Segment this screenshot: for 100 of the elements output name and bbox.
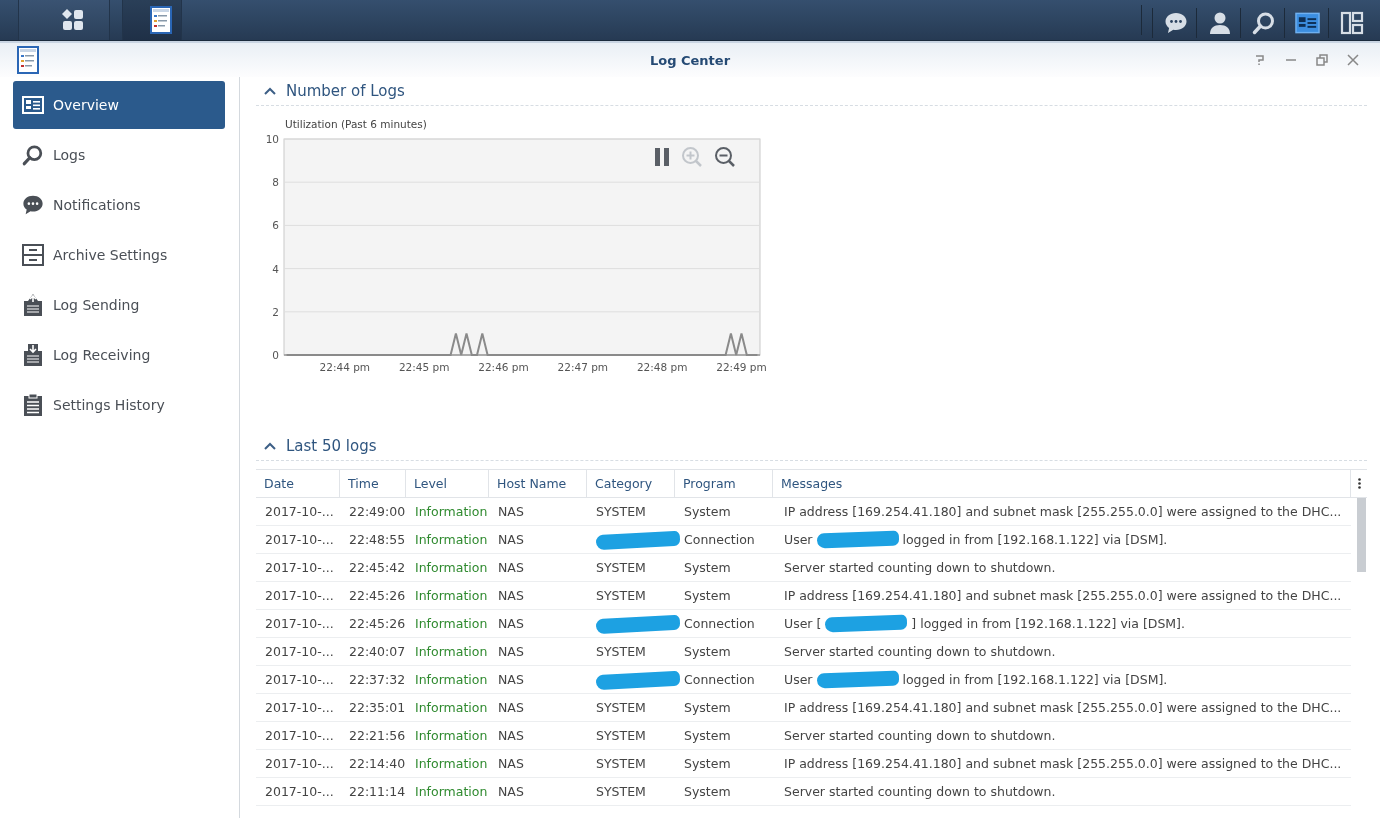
table-cell-text: System xyxy=(683,728,732,743)
sidebar-item[interactable]: Overview xyxy=(13,81,225,129)
id-card-icon xyxy=(1295,11,1320,34)
table-cell-text: SYSTEM xyxy=(595,644,647,659)
id-card-icon xyxy=(22,96,44,114)
table-cell-text: NAS xyxy=(497,756,525,771)
message-text: ] logged in from [192.168.1.122] via [DSM]. xyxy=(911,616,1185,631)
taskbar-button[interactable] xyxy=(122,0,182,40)
log-document-icon xyxy=(150,6,172,34)
zoom-in-icon xyxy=(681,146,703,168)
sidebar-item[interactable]: Log Receiving xyxy=(13,331,225,379)
table-cell-text: System xyxy=(683,784,732,799)
table-cell-text: IP address [169.254.41.180] and subnet mask [255.255.0.0] were assigned to the DHC... xyxy=(783,756,1343,771)
table-cell-text: 2017-10-... xyxy=(264,784,335,799)
axis-tick-label: 22:46 pm xyxy=(478,361,529,373)
help-button[interactable] xyxy=(1254,54,1266,66)
table-cell-text: NAS xyxy=(497,672,525,687)
more-icon xyxy=(1357,478,1361,489)
column-header[interactable]: Program xyxy=(675,470,773,497)
table-cell-text: 2017-10-... xyxy=(264,616,335,631)
sidebar-item[interactable]: Log Sending xyxy=(13,281,225,329)
table-cell-text: IP address [169.254.41.180] and subnet mask [255.255.0.0] were assigned to the DHC... xyxy=(783,504,1343,519)
collapse-button[interactable] xyxy=(264,442,276,450)
table-cell-text: Connection xyxy=(683,672,756,687)
section-title: Last 50 logs xyxy=(286,437,377,455)
close-button[interactable] xyxy=(1347,54,1359,66)
table-cell-text: 2017-10-... xyxy=(264,644,335,659)
table-cell-text: 22:45:42 xyxy=(348,560,406,575)
search-icon xyxy=(22,143,44,167)
column-header[interactable]: Messages xyxy=(773,470,1351,497)
window-title: Log Center xyxy=(649,52,731,68)
table-cell-text: NAS xyxy=(497,644,525,659)
table-cell-text: Information xyxy=(414,616,489,631)
axis-tick-label: 8 xyxy=(272,176,279,189)
scrollbar-thumb[interactable] xyxy=(1357,498,1366,572)
chat-bubble-icon xyxy=(22,193,44,217)
taskbar-button[interactable] xyxy=(18,0,110,40)
pause-icon xyxy=(654,148,670,166)
chat-bubble-icon xyxy=(1163,10,1188,35)
table-cell-text: Information xyxy=(414,700,489,715)
table-cell-text: 22:49:00 xyxy=(348,504,406,519)
log-document-icon xyxy=(17,46,39,74)
table-cell-text: 2017-10-... xyxy=(264,588,335,603)
table-cell-text: Information xyxy=(414,644,489,659)
table-cell-text: System xyxy=(683,700,732,715)
table-cell-text: System xyxy=(683,756,732,771)
table-cell-text: NAS xyxy=(497,784,525,799)
restore-button[interactable] xyxy=(1316,54,1328,66)
column-header[interactable]: Level xyxy=(406,470,489,497)
close-icon xyxy=(1347,54,1359,66)
table-cell-text: Information xyxy=(414,756,489,771)
collapse-button[interactable] xyxy=(264,87,276,95)
table-cell-text: NAS xyxy=(497,700,525,715)
sidebar-item[interactable]: Archive Settings xyxy=(13,231,225,279)
column-header[interactable]: Time xyxy=(340,470,406,497)
table-cell-text: SYSTEM xyxy=(595,700,647,715)
drawer-cabinet-icon xyxy=(22,244,44,266)
table-cell-text: IP address [169.254.41.180] and subnet mask [255.255.0.0] were assigned to the DHC... xyxy=(783,588,1343,603)
message-text: User xyxy=(784,672,813,687)
table-cell-text: System xyxy=(683,588,732,603)
table-cell-text: SYSTEM xyxy=(595,504,647,519)
window-layout-icon xyxy=(1339,10,1364,35)
table-cell-text: Server started counting down to shutdown. xyxy=(783,728,1057,743)
table-cell-text: System xyxy=(683,504,732,519)
table-cell-text: NAS xyxy=(497,616,525,631)
axis-tick-label: 4 xyxy=(272,262,279,275)
axis-tick-label: 22:45 pm xyxy=(398,361,450,373)
message-text: logged in from [192.168.1.122] via [DSM]. xyxy=(902,532,1168,547)
table-cell-text: NAS xyxy=(497,532,525,547)
table-cell-text: 22:21:56 xyxy=(348,728,406,743)
table-cell-text: Connection xyxy=(683,616,756,631)
table-cell-text: System xyxy=(683,560,732,575)
sidebar-item[interactable]: Notifications xyxy=(13,181,225,229)
column-header[interactable]: Host Name xyxy=(489,470,587,497)
table-cell-text: Information xyxy=(414,672,489,687)
table-cell-text: Information xyxy=(414,728,489,743)
table-cell-text: 2017-10-... xyxy=(264,532,335,547)
axis-tick-label: 22:44 pm xyxy=(319,361,371,373)
table-cell-text: SYSTEM xyxy=(595,728,647,743)
table-cell-text: SYSTEM xyxy=(595,784,647,799)
clipboard-icon xyxy=(23,393,43,417)
sidebar-item[interactable]: Settings History xyxy=(13,381,225,429)
zoom-out-button[interactable] xyxy=(714,146,736,168)
sidebar-item[interactable]: Logs xyxy=(13,131,225,179)
table-cell-text: 22:14:40 xyxy=(348,756,406,771)
table-cell-text: Connection xyxy=(683,532,756,547)
column-header[interactable]: Date xyxy=(256,470,340,497)
table-cell-text: Information xyxy=(414,560,489,575)
table-cell-text: 2017-10-... xyxy=(264,756,335,771)
pause-button[interactable] xyxy=(654,148,670,166)
axis-tick-label: 2 xyxy=(272,305,279,318)
chart-title: Utilization (Past 6 minutes) xyxy=(285,118,428,130)
document-download-icon xyxy=(23,343,43,367)
table-cell-text: 22:11:14 xyxy=(348,784,406,799)
table-cell-text: NAS xyxy=(497,504,525,519)
table-cell-text: 2017-10-... xyxy=(264,700,335,715)
message-text: logged in from [192.168.1.122] via [DSM]. xyxy=(902,672,1168,687)
table-cell-text: 2017-10-... xyxy=(264,728,335,743)
table-cell-text: SYSTEM xyxy=(595,756,647,771)
column-header[interactable]: Category xyxy=(587,470,675,497)
